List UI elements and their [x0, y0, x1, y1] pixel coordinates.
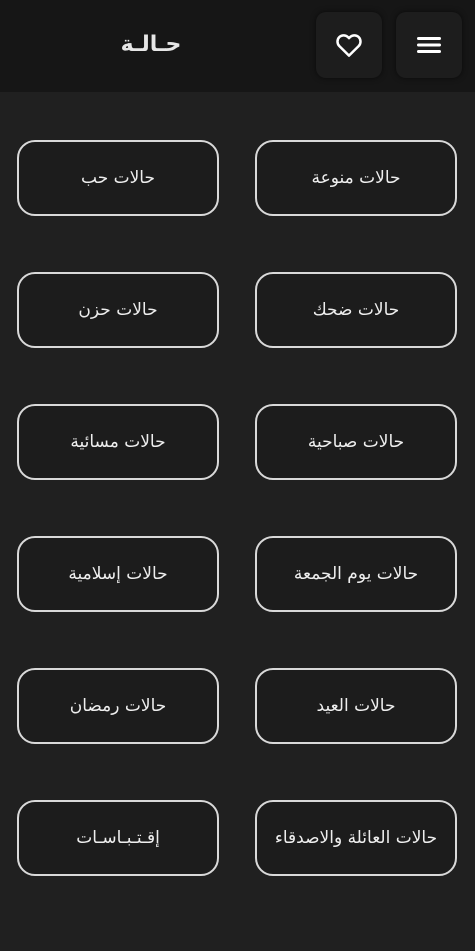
menu-button[interactable]	[396, 12, 462, 78]
category-button-ramadan[interactable]: حالات رمضان	[17, 668, 219, 744]
category-button-friday[interactable]: حالات يوم الجمعة	[255, 536, 457, 612]
hamburger-menu-icon	[417, 37, 441, 53]
category-button-evening[interactable]: حالات مسائية	[17, 404, 219, 480]
category-button-sad[interactable]: حالات حزن	[17, 272, 219, 348]
category-button-eid[interactable]: حالات العيد	[255, 668, 457, 744]
category-button-quotes[interactable]: إقـتـبـاسـات	[17, 800, 219, 876]
category-grid: حالات منوعة حالات حب حالات ضحك حالات حزن…	[0, 92, 475, 951]
category-button-morning[interactable]: حالات صباحية	[255, 404, 457, 480]
app-title: حـالـة	[120, 32, 182, 57]
category-button-family-friends[interactable]: حالات العائلة والاصدقاء	[255, 800, 457, 876]
favorites-button[interactable]	[316, 12, 382, 78]
top-app-bar: حـالـة	[0, 0, 475, 92]
category-button-islamic[interactable]: حالات إسلامية	[17, 536, 219, 612]
heart-icon	[336, 34, 362, 57]
category-button-love[interactable]: حالات حب	[17, 140, 219, 216]
category-button-funny[interactable]: حالات ضحك	[255, 272, 457, 348]
category-button-misc[interactable]: حالات منوعة	[255, 140, 457, 216]
